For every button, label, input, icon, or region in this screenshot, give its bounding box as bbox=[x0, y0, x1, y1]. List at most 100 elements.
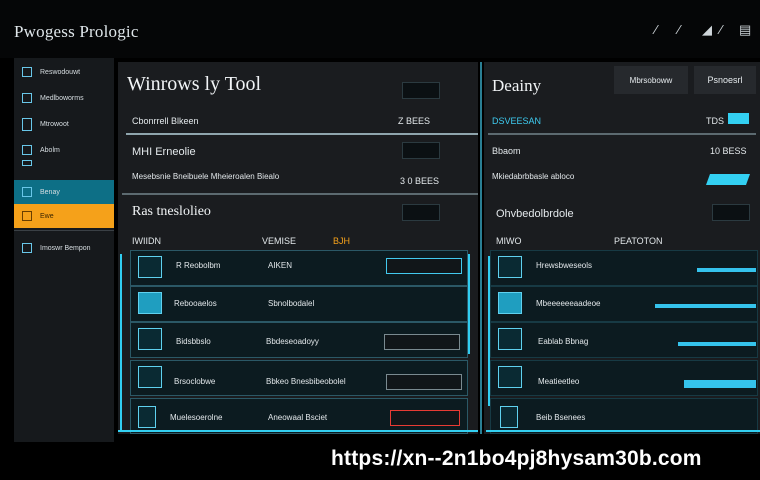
row-label: Bidsbbslo bbox=[176, 337, 211, 346]
setting-label: Cbonrrell Blkeen bbox=[132, 116, 199, 126]
sidebar: Reswodouwt Medlboworms Mtrowoot Abolm Be… bbox=[14, 58, 114, 442]
accent-line bbox=[120, 254, 122, 432]
file-icon bbox=[500, 406, 518, 428]
left-panel-title: Winrows ly Tool bbox=[127, 73, 262, 95]
row-label: Mbeeeeeeaadeoe bbox=[536, 299, 601, 308]
section-title: Ras tneslolieo bbox=[132, 204, 211, 219]
row-value: Bbkeo Bnesbibeobolel bbox=[266, 377, 346, 386]
divider bbox=[126, 133, 478, 135]
setting-label: DSVEESAN bbox=[492, 116, 542, 126]
setting-label: MHI Erneolie bbox=[132, 146, 196, 158]
level-bar bbox=[684, 380, 756, 388]
setting-value: TDS bbox=[706, 116, 724, 126]
window-control-icon[interactable]: ⁄ bbox=[678, 22, 680, 37]
menu-icon[interactable]: ▤ bbox=[739, 22, 751, 38]
row-value: AIKEN bbox=[268, 261, 293, 270]
image-icon bbox=[498, 256, 522, 278]
sidebar-item[interactable]: Imoswr Bempon bbox=[14, 236, 114, 260]
column-header: BJH bbox=[333, 236, 351, 246]
sidebar-item[interactable]: Medlboworms bbox=[14, 86, 114, 110]
row-value: Bbdeseoadoyy bbox=[266, 337, 319, 346]
box-icon bbox=[22, 211, 32, 221]
sidebar-item[interactable] bbox=[14, 158, 114, 168]
tab-button[interactable]: Psnoesrl bbox=[694, 66, 756, 94]
chip-icon bbox=[22, 187, 32, 197]
level-bar bbox=[697, 268, 756, 272]
row-control[interactable] bbox=[390, 410, 460, 426]
row-label: Beib Bsenees bbox=[536, 413, 586, 422]
setting-slider[interactable] bbox=[705, 174, 751, 185]
row-value: Sbnolbodalel bbox=[268, 299, 315, 308]
section-title: Ohvbedolbrdole bbox=[496, 208, 574, 220]
setting-label: Bbaom bbox=[492, 146, 521, 156]
table-row[interactable] bbox=[490, 360, 758, 396]
folder-icon bbox=[22, 67, 32, 77]
section-input[interactable] bbox=[402, 204, 440, 221]
chart-icon bbox=[138, 366, 162, 388]
url-text: https://xn--2n1bo4pj8hysam30b.com bbox=[331, 447, 702, 470]
sidebar-item-label: Imoswr Bempon bbox=[40, 244, 91, 252]
accent-line bbox=[118, 430, 478, 432]
file-icon bbox=[138, 406, 156, 428]
window-icon bbox=[498, 328, 522, 350]
row-label: Eablab Bbnag bbox=[538, 337, 589, 346]
divider bbox=[122, 193, 478, 195]
column-header: IWIIDN bbox=[132, 236, 161, 246]
sidebar-divider bbox=[14, 230, 114, 231]
window-control-icon[interactable]: ⁄ bbox=[720, 22, 722, 37]
column-header: PEATOTON bbox=[614, 236, 663, 246]
row-label: Rebooaelos bbox=[174, 299, 217, 308]
panel-divider bbox=[480, 62, 482, 434]
chart-icon bbox=[498, 366, 522, 388]
row-label: Hrewsbweseols bbox=[536, 261, 593, 270]
window-icon bbox=[138, 328, 162, 350]
setting-input[interactable] bbox=[402, 142, 440, 159]
sidebar-item-label: Ewe bbox=[40, 212, 54, 220]
window-control-icon[interactable]: ⁄ bbox=[655, 22, 657, 37]
table-row[interactable] bbox=[490, 398, 758, 434]
tab-button[interactable]: Mbrsoboww bbox=[614, 66, 688, 94]
sidebar-item-active[interactable]: Benay bbox=[14, 180, 114, 204]
sidebar-item-label: Abolm bbox=[40, 146, 60, 154]
sidebar-item-label: Medlboworms bbox=[40, 94, 84, 102]
sidebar-item[interactable]: Mtrowoot bbox=[14, 112, 114, 136]
right-panel-title: Deainy bbox=[492, 76, 542, 95]
grid-icon bbox=[22, 243, 32, 253]
list-icon bbox=[22, 145, 32, 155]
title-input[interactable] bbox=[402, 82, 440, 99]
setting-toggle[interactable] bbox=[728, 113, 749, 124]
table-row[interactable] bbox=[490, 322, 758, 358]
app-title: Pwogess Prologic bbox=[14, 22, 139, 41]
image-icon bbox=[138, 256, 162, 278]
row-value: Aneowaal Bsciet bbox=[268, 413, 328, 422]
accent-line bbox=[486, 430, 760, 432]
setting-label: Mkiedabrbbasle abloco bbox=[492, 172, 575, 181]
row-control[interactable] bbox=[386, 374, 462, 390]
row-control[interactable] bbox=[386, 258, 462, 274]
sidebar-item-label: Reswodouwt bbox=[40, 68, 81, 76]
column-header: VEMISE bbox=[262, 236, 297, 246]
window-icon bbox=[22, 93, 32, 103]
sidebar-item[interactable]: Reswodouwt bbox=[14, 60, 114, 84]
level-bar bbox=[655, 304, 756, 308]
setting-value: 3 0 BEES bbox=[400, 176, 440, 186]
divider bbox=[488, 133, 756, 135]
row-label: Muelesoerolne bbox=[170, 413, 223, 422]
title-bar: Pwogess Prologic ⁄ ⁄ ◢ ⁄ ▤ bbox=[0, 0, 760, 58]
row-label: Meatieetleo bbox=[538, 377, 580, 386]
accent-line bbox=[468, 254, 470, 354]
column-header: MIWO bbox=[496, 236, 522, 246]
row-label: Brsoclobwe bbox=[174, 377, 216, 386]
setting-value: Z BEES bbox=[398, 116, 431, 126]
row-control[interactable] bbox=[384, 334, 460, 350]
level-bar bbox=[678, 342, 756, 346]
row-label: R Reobolbm bbox=[176, 261, 221, 270]
sidebar-item-label: Mtrowoot bbox=[40, 120, 69, 128]
window-control-icon[interactable]: ◢ bbox=[702, 22, 712, 38]
document-icon bbox=[22, 117, 32, 131]
minus-icon bbox=[22, 160, 32, 166]
section-input[interactable] bbox=[712, 204, 750, 221]
setting-label: Mesebsnie Bneibuele Mheieroalen Biealo bbox=[132, 172, 280, 181]
sidebar-item-label: Benay bbox=[40, 188, 60, 196]
sidebar-item-highlighted[interactable]: Ewe bbox=[14, 204, 114, 228]
